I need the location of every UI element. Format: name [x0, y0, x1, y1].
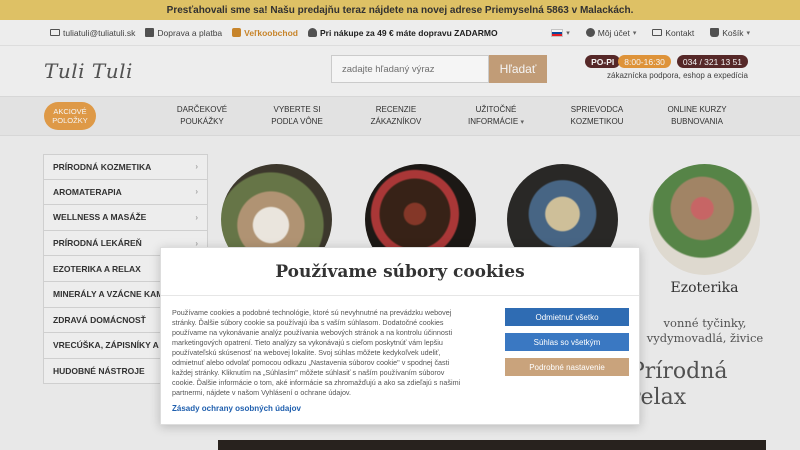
cookie-settings-button[interactable]: Podrobné nastavenie	[505, 358, 629, 376]
cookie-consent-dialog: Používame súbory cookies Používame cooki…	[160, 247, 640, 425]
reject-all-button[interactable]: Odmietnuť všetko	[505, 308, 629, 326]
privacy-policy-link[interactable]: Zásady ochrany osobných údajov	[172, 404, 301, 413]
cookie-dialog-text: Používame cookies a podobné technológie,…	[172, 308, 461, 397]
accept-all-button[interactable]: Súhlas so všetkým	[505, 333, 629, 351]
cookie-dialog-title: Používame súbory cookies	[161, 248, 639, 296]
